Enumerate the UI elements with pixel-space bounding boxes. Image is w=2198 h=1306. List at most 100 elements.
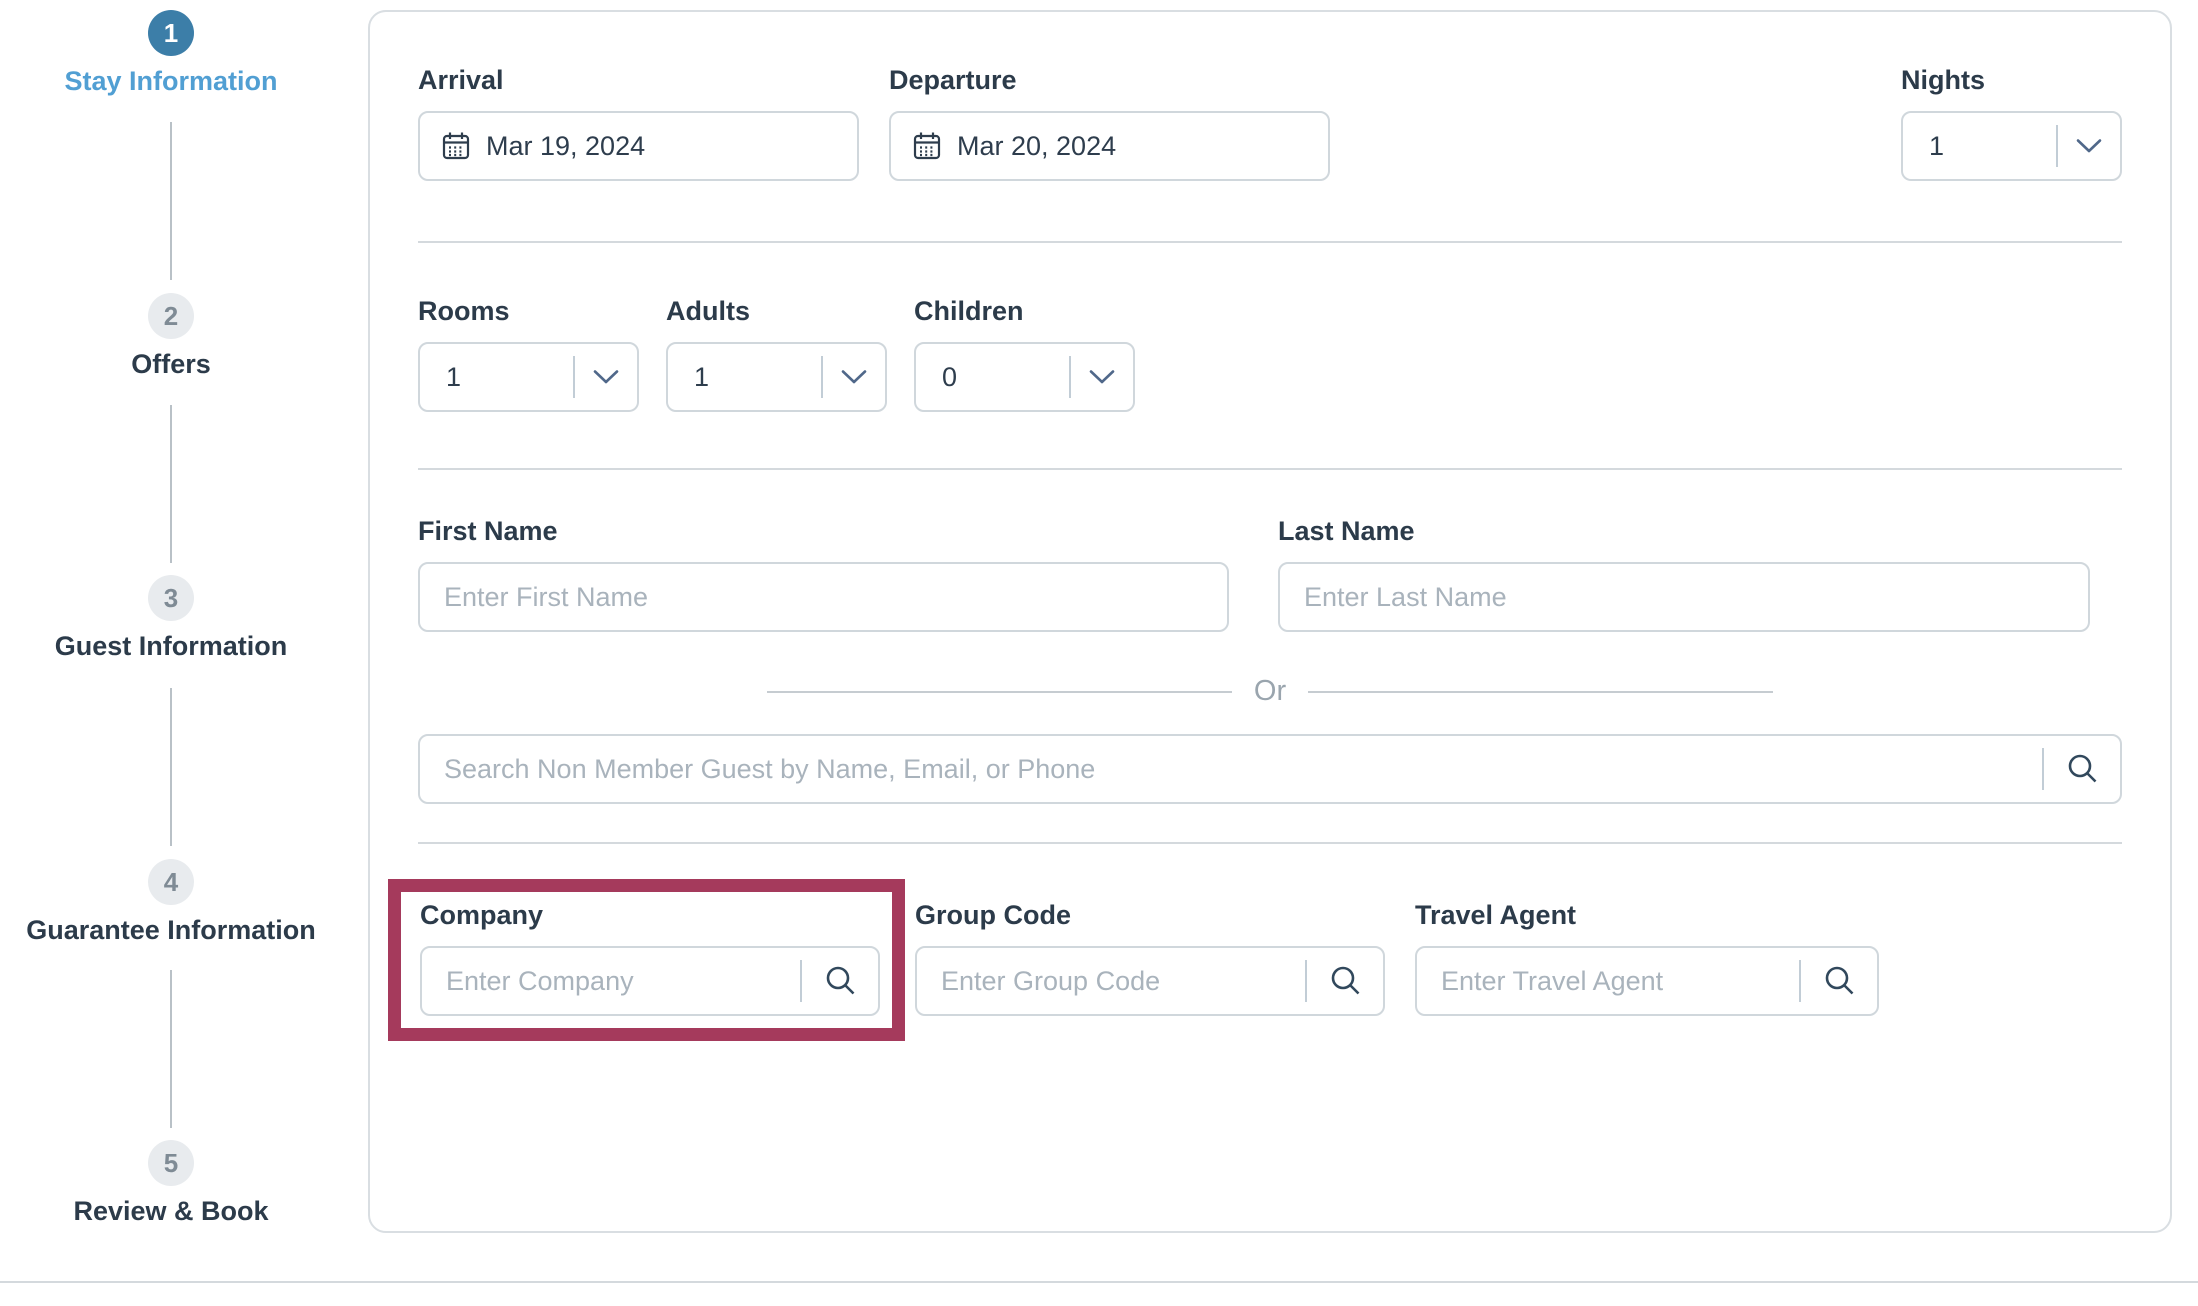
children-select[interactable]: 0 <box>914 342 1135 412</box>
adults-value: 1 <box>668 362 821 393</box>
departure-date-picker[interactable]: Mar 20, 2024 <box>889 111 1330 181</box>
dates-row: Arrival Mar 19, 2024 Departure <box>418 64 2122 181</box>
step-review-book[interactable]: 5 Review & Book <box>0 1140 342 1227</box>
occupancy-row: Rooms 1 Adults 1 <box>418 295 2122 412</box>
search-icon <box>1823 964 1857 998</box>
rooms-label: Rooms <box>418 295 639 328</box>
first-name-label: First Name <box>418 515 1229 548</box>
booking-stepper: 1 Stay Information 2 Offers 3 Guest Info… <box>0 0 342 1306</box>
adults-select[interactable]: 1 <box>666 342 887 412</box>
codes-row: Company Group Code <box>418 844 2122 1041</box>
step-number-badge: 4 <box>148 859 194 905</box>
step-guest-information[interactable]: 3 Guest Information <box>0 575 342 662</box>
stepper-connector <box>170 405 172 563</box>
search-divider <box>1799 960 1801 1002</box>
search-divider <box>1305 960 1307 1002</box>
company-control <box>420 946 880 1016</box>
step-label: Offers <box>131 349 211 380</box>
children-value: 0 <box>916 362 1069 393</box>
page-bottom-divider <box>0 1281 2198 1283</box>
group-code-search-button[interactable] <box>1329 964 1363 998</box>
chevron-down-icon <box>593 369 619 385</box>
first-name-input[interactable] <box>420 564 1227 630</box>
group-code-input[interactable] <box>917 948 1305 1014</box>
first-name-field-group: First Name <box>418 515 1229 632</box>
section-divider <box>418 468 2122 470</box>
stepper-connector <box>170 122 172 280</box>
calendar-icon <box>440 130 472 162</box>
select-divider <box>2056 125 2058 167</box>
select-divider <box>573 356 575 398</box>
or-line-left <box>767 691 1232 693</box>
select-divider <box>821 356 823 398</box>
step-label: Guarantee Information <box>26 915 316 946</box>
nights-label: Nights <box>1901 64 2122 97</box>
departure-field-group: Departure Mar 20, 2024 <box>889 64 1330 181</box>
travel-agent-field-group: Travel Agent <box>1415 899 1879 1016</box>
travel-agent-control <box>1415 946 1879 1016</box>
search-divider <box>800 960 802 1002</box>
adults-label: Adults <box>666 295 887 328</box>
departure-label: Departure <box>889 64 1330 97</box>
departure-date-value: Mar 20, 2024 <box>957 131 1116 162</box>
last-name-label: Last Name <box>1278 515 2090 548</box>
search-divider <box>2042 748 2044 790</box>
or-text: Or <box>1254 675 1286 708</box>
arrival-field-group: Arrival Mar 19, 2024 <box>418 64 859 181</box>
or-separator: Or <box>418 675 2122 708</box>
step-guarantee-information[interactable]: 4 Guarantee Information <box>0 859 342 946</box>
or-line-right <box>1308 691 1773 693</box>
step-label: Guest Information <box>55 631 288 662</box>
booking-page: 1 Stay Information 2 Offers 3 Guest Info… <box>0 0 2198 1306</box>
group-code-control <box>915 946 1385 1016</box>
children-label: Children <box>914 295 1135 328</box>
step-number-badge: 1 <box>148 10 194 56</box>
company-search-button[interactable] <box>824 964 858 998</box>
last-name-input[interactable] <box>1280 564 2088 630</box>
arrival-date-value: Mar 19, 2024 <box>486 131 645 162</box>
travel-agent-input[interactable] <box>1417 948 1799 1014</box>
search-icon <box>824 964 858 998</box>
step-number-badge: 2 <box>148 293 194 339</box>
group-code-field-group: Group Code <box>915 899 1385 1016</box>
step-label: Review & Book <box>73 1196 268 1227</box>
arrival-label: Arrival <box>418 64 859 97</box>
stepper-connector <box>170 970 172 1128</box>
section-divider <box>418 241 2122 243</box>
nights-select[interactable]: 1 <box>1901 111 2122 181</box>
guest-search-input[interactable] <box>420 736 2042 802</box>
rooms-field-group: Rooms 1 <box>418 295 639 412</box>
company-field-group: Company <box>420 899 880 1016</box>
children-field-group: Children 0 <box>914 295 1135 412</box>
group-code-label: Group Code <box>915 899 1385 932</box>
stay-information-panel: Arrival Mar 19, 2024 Departure <box>368 10 2172 1233</box>
arrival-date-picker[interactable]: Mar 19, 2024 <box>418 111 859 181</box>
stepper-connector <box>170 688 172 846</box>
last-name-field-group: Last Name <box>1278 515 2090 632</box>
guest-search-control <box>418 734 2122 804</box>
last-name-control <box>1278 562 2090 632</box>
travel-agent-search-button[interactable] <box>1823 964 1857 998</box>
search-icon <box>2066 752 2100 786</box>
rooms-value: 1 <box>420 362 573 393</box>
guest-search-button[interactable] <box>2066 752 2100 786</box>
step-offers[interactable]: 2 Offers <box>0 293 342 380</box>
calendar-icon <box>911 130 943 162</box>
guest-name-row: First Name Last Name <box>418 515 2122 632</box>
nights-value: 1 <box>1903 131 2056 162</box>
step-number-badge: 3 <box>148 575 194 621</box>
step-stay-information[interactable]: 1 Stay Information <box>0 10 342 97</box>
chevron-down-icon <box>2076 138 2102 154</box>
adults-field-group: Adults 1 <box>666 295 887 412</box>
chevron-down-icon <box>1089 369 1115 385</box>
company-label: Company <box>420 899 880 932</box>
nights-field-group: Nights 1 <box>1901 64 2122 181</box>
rooms-select[interactable]: 1 <box>418 342 639 412</box>
company-field-highlight: Company <box>388 879 905 1041</box>
step-number-badge: 5 <box>148 1140 194 1186</box>
search-icon <box>1329 964 1363 998</box>
chevron-down-icon <box>841 369 867 385</box>
company-input[interactable] <box>422 948 800 1014</box>
first-name-control <box>418 562 1229 632</box>
step-label: Stay Information <box>64 66 277 97</box>
